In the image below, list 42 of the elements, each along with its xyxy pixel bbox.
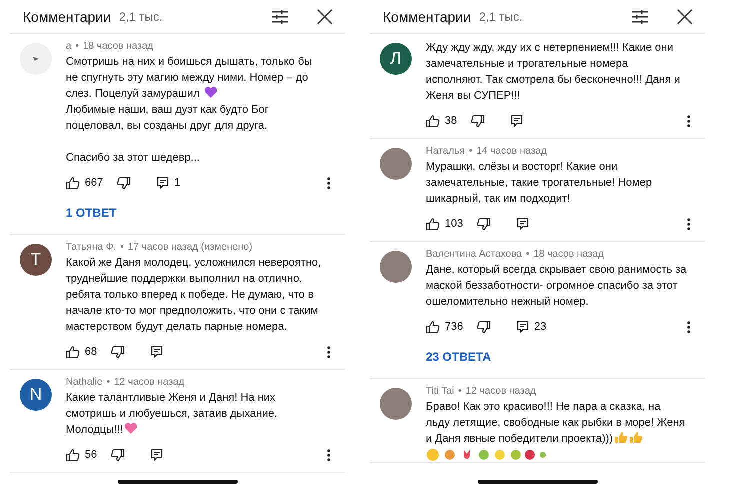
comment-author[interactable]: Titi Tai [426,386,454,397]
reply-count: 1 [174,177,180,189]
comment-author[interactable]: а [66,41,72,52]
comment-text: Мурашки, слёзы и восторг! Какие они замечательные, такие трогательные! Номер шикарный, так им подходит! [426,160,654,207]
comment-author[interactable]: Nathalie [66,377,103,388]
comment-text: Какой же Даня молодец, усложнился невероятно, труднейшие поддержки выполнил на отлично, ребята только вперед к победе. Не думаю, что в начале кто-то мог предположить, что они с таким мастерством будут делать парные номера. [66,256,322,335]
comment-text: Жду жду жду, жду их с нетерпением!!! Какие они замечательные и трогательные номера исполняют. Так смотрела бы бесконечно!!! Даня и Женя вы СУПЕР!!! [426,41,682,104]
panel-title: Комментарии [23,8,112,24]
separator-dot: • [469,146,473,157]
separator-dot: • [458,386,462,397]
reply-count: 23 [534,321,547,333]
avatar[interactable]: Л [380,43,412,75]
separator-dot: • [76,41,80,52]
comment-time: 14 часов назад [476,146,547,157]
separator-dot: • [120,242,124,253]
avatar[interactable]: Т [20,244,52,276]
like-count: 103 [445,218,464,230]
comment-time: 17 часов назад (изменено) [128,242,253,253]
comment-count: 2,1 тыс. [479,10,523,24]
comment-text: Какие талантливые Женя и Даня! На них смотришь и любуешься, затаив дыхание. Молодцы!!! [66,391,279,438]
comment-text: Браво! Как это красиво!!! Не пара а сказка, на льду летящие, свободные как рыбки в море! Женя и Даня явные победители проекта))) [426,399,695,462]
panel-title: Комментарии [383,8,472,24]
comment-text: Дане, который всегда скрывает свою ранимость за маской беззаботности- огромное спасибо за этот ошеломительно нежный номер. [426,263,688,310]
replies-link[interactable]: 23 ОТВЕТА [426,344,492,378]
replies-link[interactable]: 1 ОТВЕТ [66,200,117,234]
like-count: 68 [85,346,98,358]
comment-author[interactable]: Валентина Астахова [426,249,522,260]
comment-text: Смотришь на них и боишься дышать, только бы не спугнуть эту магию между ними. Номер – до слез. Поцелуй замурашил Любимые наши, ваш дуэт как будто Бог поцеловал, вы созданы друг для друга. Спасибо за этот шедевр... [66,55,314,166]
like-count: 38 [445,115,458,127]
separator-dot: • [106,377,110,388]
like-count: 56 [85,449,98,461]
comment-time: 12 часов назад [114,377,185,388]
comment-time: 18 часов назад [83,41,154,52]
avatar[interactable]: N [20,379,52,411]
comment-count: 2,1 тыс. [119,10,163,24]
separator-dot: • [526,249,530,260]
comment-time: 12 часов назад [466,386,536,397]
comment-author[interactable]: Татьяна Ф. [66,242,116,253]
like-count: 667 [85,177,104,189]
comment-author[interactable]: Наталья [426,146,466,157]
like-count: 736 [445,321,464,333]
comment-time: 18 часов назад [534,249,604,260]
